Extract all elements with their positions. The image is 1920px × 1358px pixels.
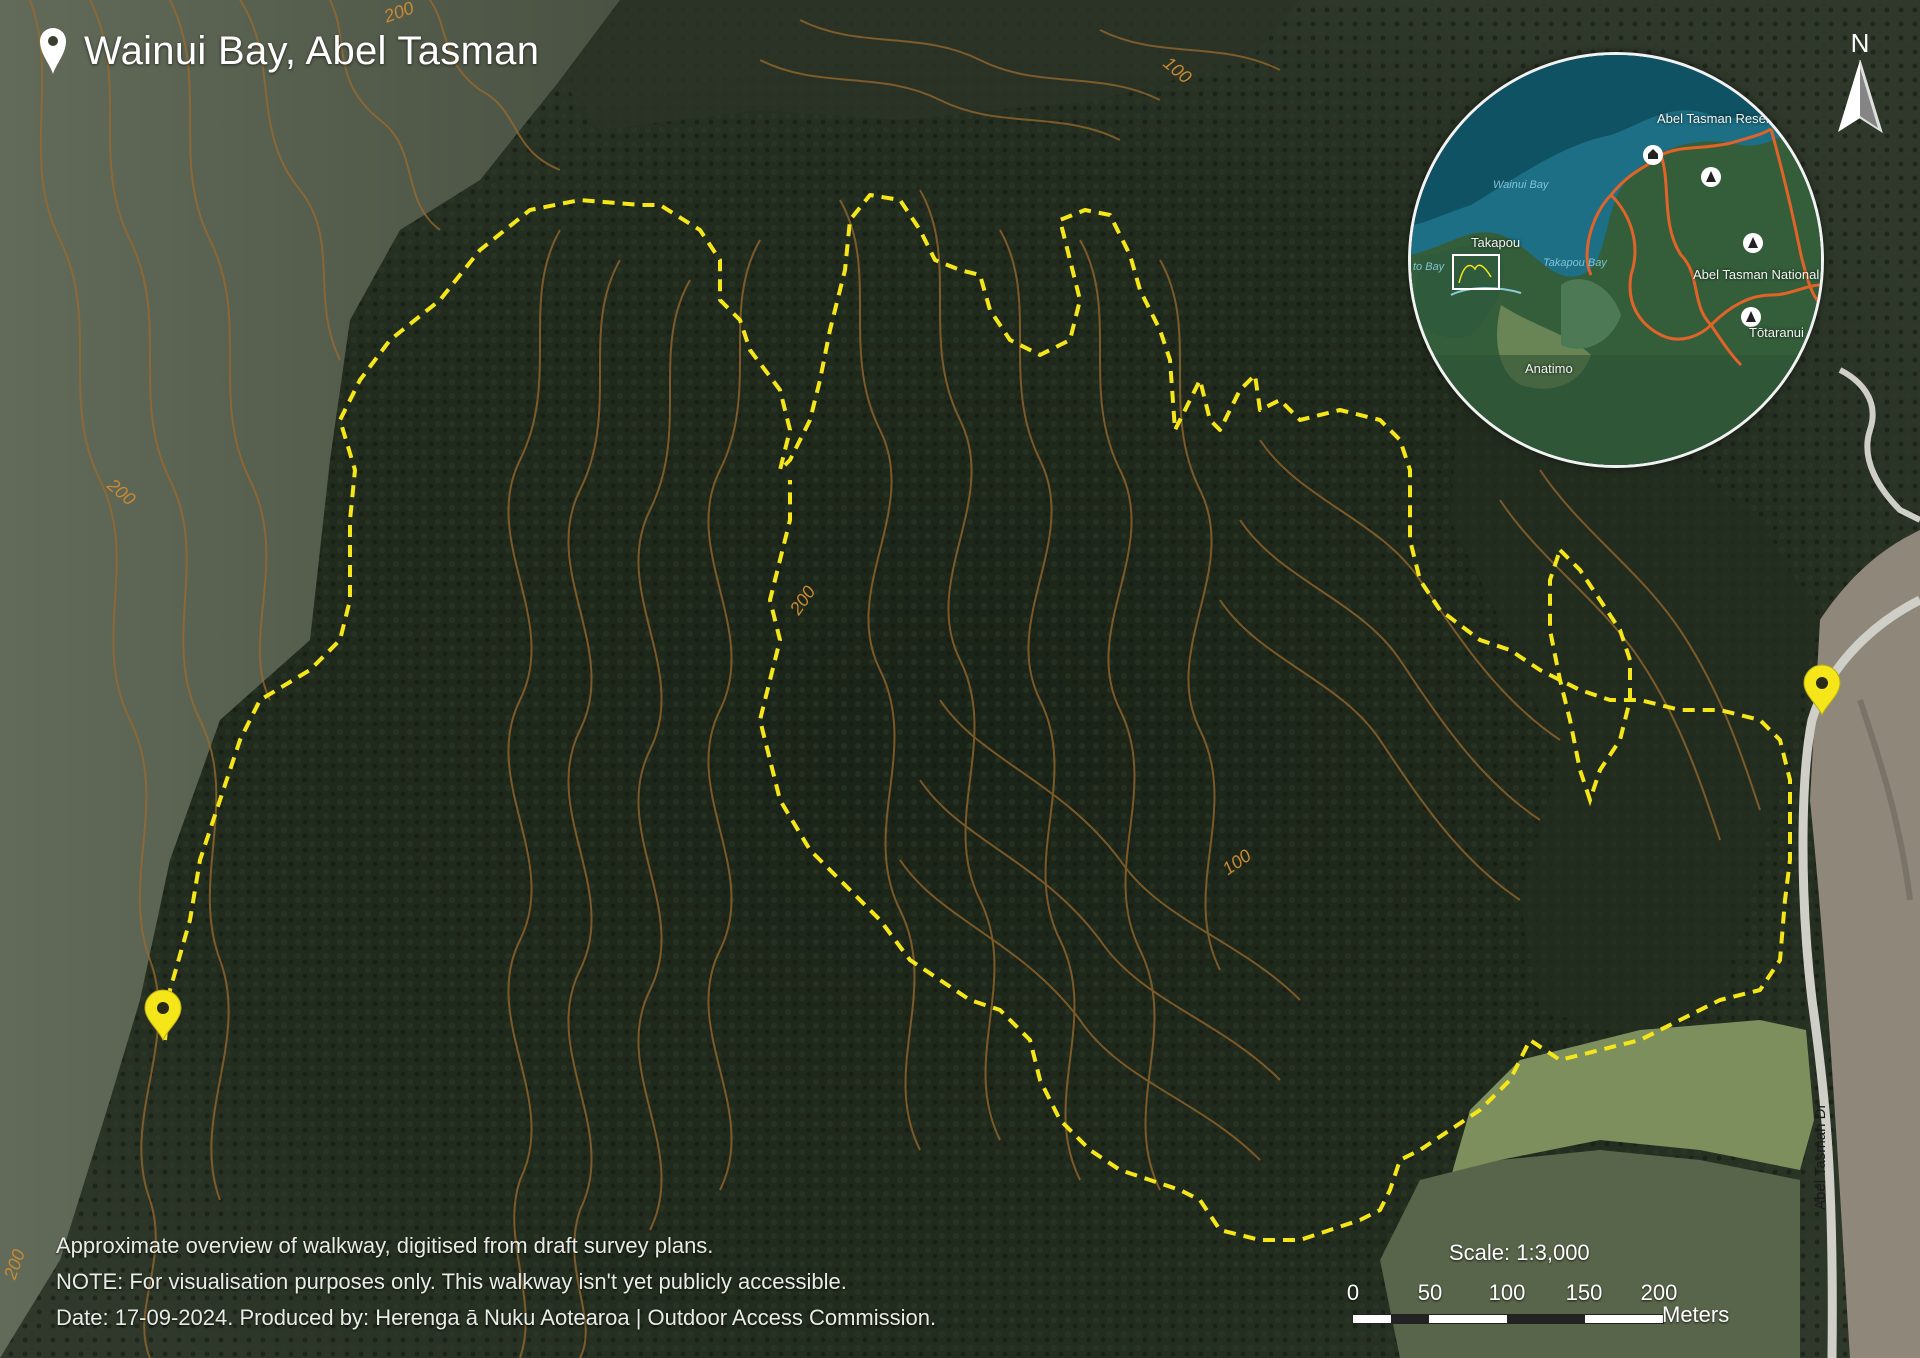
inset-label: Abel Tasman Reserve [1657,111,1784,126]
scale-tick: 50 [1417,1280,1443,1305]
inset-locator-map: Abel Tasman Reserve Abel Tasman National… [1408,52,1824,468]
inset-water-label: Takapou Bay [1543,257,1607,269]
scale-title: Scale: 1:3,000 [1449,1240,1590,1265]
map-title: Wainui Bay, Abel Tasman [40,28,539,74]
note-line: NOTE: For visualisation purposes only. T… [56,1269,847,1294]
inset-water-label: Wainui Bay [1493,179,1549,191]
north-arrow-icon [1838,60,1883,134]
north-arrow: N [1832,28,1888,138]
scale-units: Meters [1662,1302,1730,1327]
map-notes: Approximate overview of walkway, digitis… [56,1228,936,1336]
inset-label: Takapou [1471,235,1521,250]
inset-label: Tōtaranui [1749,325,1804,340]
scale-tick: 150 [1565,1280,1603,1305]
road-label: Abel Tasman Dr [1812,1103,1829,1210]
scale-tick: 100 [1488,1280,1526,1305]
note-line: Date: 17-09-2024. Produced by: Herenga ā… [56,1305,937,1330]
map-canvas: 200 100 200 200 100 200 Wainui Bay, Abel… [0,0,1920,1358]
campsite-icon [1741,307,1761,327]
inset-label: Abel Tasman National Park [1693,267,1821,282]
note-line: Approximate overview of walkway, digitis… [56,1233,714,1258]
campsite-icon [1743,233,1763,253]
campsite-icon [1701,167,1721,187]
scale-tick: 0 [1346,1280,1360,1305]
scale-bar [1352,1314,1664,1324]
inset-label: Anatimo [1525,361,1573,376]
inset-water-label: to Bay [1413,261,1445,273]
north-label: N [1850,28,1870,58]
page-title: Wainui Bay, Abel Tasman [84,28,540,73]
location-pin-icon [40,28,66,74]
hut-icon [1643,145,1663,165]
